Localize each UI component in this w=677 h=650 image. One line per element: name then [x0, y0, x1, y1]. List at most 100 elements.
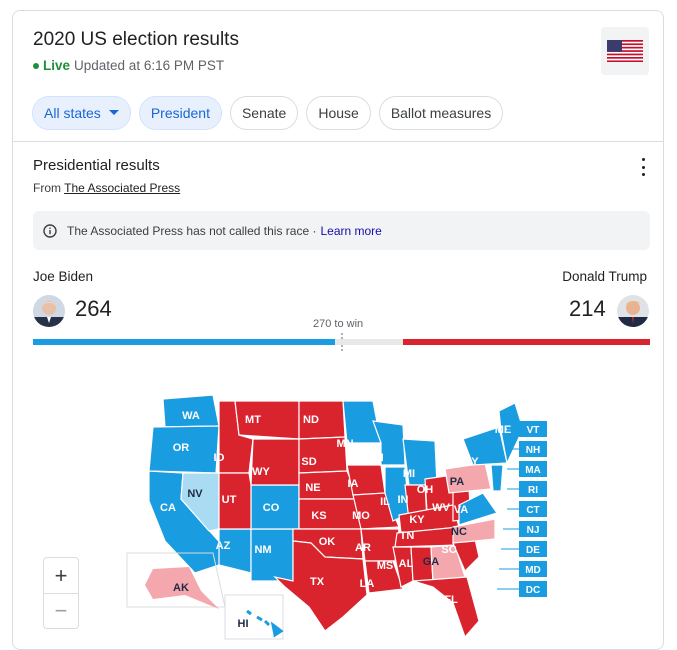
label-ne: NE: [305, 482, 320, 494]
label-va: VA: [454, 504, 469, 516]
label-or: OR: [173, 442, 190, 454]
chip-senate[interactable]: Senate: [229, 96, 299, 130]
results-card: 2020 US election results Live Updated at…: [12, 10, 664, 650]
to-win-label: 270 to win: [313, 318, 364, 330]
label-mt: MT: [245, 414, 261, 426]
label-hi: HI: [238, 618, 249, 630]
live-label: Live: [43, 58, 71, 73]
label-nm: NM: [254, 544, 271, 556]
trump-portrait-icon: [617, 295, 649, 327]
box-nh: NH: [519, 441, 547, 457]
label-ms: MS: [377, 560, 394, 572]
source-line: From The Associated Press: [33, 181, 180, 195]
notice-text: The Associated Press has not called this…: [67, 223, 317, 238]
box-ri: RI: [519, 481, 547, 497]
biden-bar: [33, 339, 335, 345]
svg-text:CT: CT: [526, 505, 539, 516]
label-nv: NV: [187, 488, 203, 500]
label-fl: FL: [444, 594, 458, 606]
svg-text:MD: MD: [525, 565, 541, 576]
box-ma: MA: [519, 461, 547, 477]
info-icon: [43, 223, 57, 238]
label-la: LA: [360, 578, 375, 590]
us-flag-icon[interactable]: [601, 27, 649, 75]
state-wy: [250, 438, 300, 486]
us-flag-icon-svg: [607, 40, 643, 62]
divider: [13, 141, 663, 142]
label-id: ID: [214, 452, 225, 464]
label-ak: AK: [173, 582, 189, 594]
svg-text:DC: DC: [526, 585, 540, 596]
label-ga: GA: [423, 556, 440, 568]
label-ia: IA: [348, 478, 359, 490]
box-de: DE: [519, 541, 547, 557]
svg-text:RI: RI: [528, 485, 538, 496]
source-prefix: From: [33, 181, 61, 195]
label-co: CO: [263, 502, 280, 514]
filter-chips: All states President Senate House Ballot…: [32, 96, 504, 130]
label-me: ME: [495, 424, 512, 436]
label-ar: AR: [355, 542, 371, 554]
source-link[interactable]: The Associated Press: [64, 181, 180, 195]
label-wy: WY: [252, 466, 270, 478]
trump-votes: 214: [569, 296, 606, 321]
box-md: MD: [519, 561, 547, 577]
label-oh: OH: [417, 484, 434, 496]
candidate-biden-name: Joe Biden: [33, 269, 94, 284]
map-zoom-control: + −: [43, 557, 79, 629]
label-mo: MO: [352, 510, 370, 522]
box-ct: CT: [519, 501, 547, 517]
label-tx: TX: [310, 576, 325, 588]
label-in: IN: [398, 494, 409, 506]
chip-ballot-measures[interactable]: Ballot measures: [378, 96, 504, 130]
chip-all-states-label: All states: [44, 105, 101, 121]
svg-text:NH: NH: [526, 445, 540, 456]
label-tn: TN: [400, 530, 415, 542]
hawaii-inset: HI: [224, 594, 284, 640]
trump-bar: [403, 339, 650, 345]
label-wi: WI: [370, 452, 383, 464]
label-wa: WA: [182, 410, 200, 422]
biden-votes: 264: [75, 296, 112, 321]
svg-text:DE: DE: [526, 545, 540, 556]
race-notice: The Associated Press has not called this…: [33, 211, 650, 250]
live-status: Live Updated at 6:16 PM PST: [33, 58, 224, 73]
box-nj: NJ: [519, 521, 547, 537]
chip-all-states[interactable]: All states: [32, 96, 131, 130]
label-nc: NC: [451, 526, 467, 538]
label-az: AZ: [216, 540, 231, 552]
chip-president[interactable]: President: [138, 96, 222, 130]
trump-avatar: [617, 295, 649, 327]
zoom-in-button[interactable]: +: [44, 558, 78, 593]
more-options-icon[interactable]: [637, 158, 649, 176]
label-al: AL: [399, 558, 414, 570]
chip-house[interactable]: House: [306, 96, 371, 130]
chevron-down-icon: [108, 110, 119, 115]
label-sd: SD: [301, 456, 316, 468]
section-title: Presidential results: [33, 157, 160, 174]
box-vt: VT: [519, 421, 547, 437]
label-ks: KS: [311, 510, 326, 522]
label-ok: OK: [319, 536, 336, 548]
label-il: IL: [380, 496, 390, 508]
state-hi: [246, 609, 284, 638]
us-map-svg: WA OR CA NV ID MT WY UT CO AZ NM ND SD N…: [126, 394, 547, 640]
svg-text:VT: VT: [527, 425, 540, 436]
svg-text:NJ: NJ: [527, 525, 540, 536]
label-pa: PA: [450, 476, 465, 488]
label-nd: ND: [303, 414, 319, 426]
state-fl: [412, 576, 480, 639]
label-ut: UT: [222, 494, 237, 506]
label-ky: KY: [409, 514, 425, 526]
box-dc: DC: [519, 581, 547, 597]
biden-portrait-icon: [33, 295, 65, 327]
page-title: 2020 US election results: [33, 29, 239, 50]
zoom-out-button[interactable]: −: [44, 593, 78, 628]
learn-more-link[interactable]: Learn more: [320, 224, 381, 238]
uncalled-bar: [335, 339, 403, 345]
label-ny: NY: [463, 456, 479, 468]
live-dot-icon: [33, 62, 39, 69]
electoral-map[interactable]: WA OR CA NV ID MT WY UT CO AZ NM ND SD N…: [13, 381, 653, 646]
label-sc: SC: [441, 544, 456, 556]
state-nj-region: [490, 464, 504, 492]
